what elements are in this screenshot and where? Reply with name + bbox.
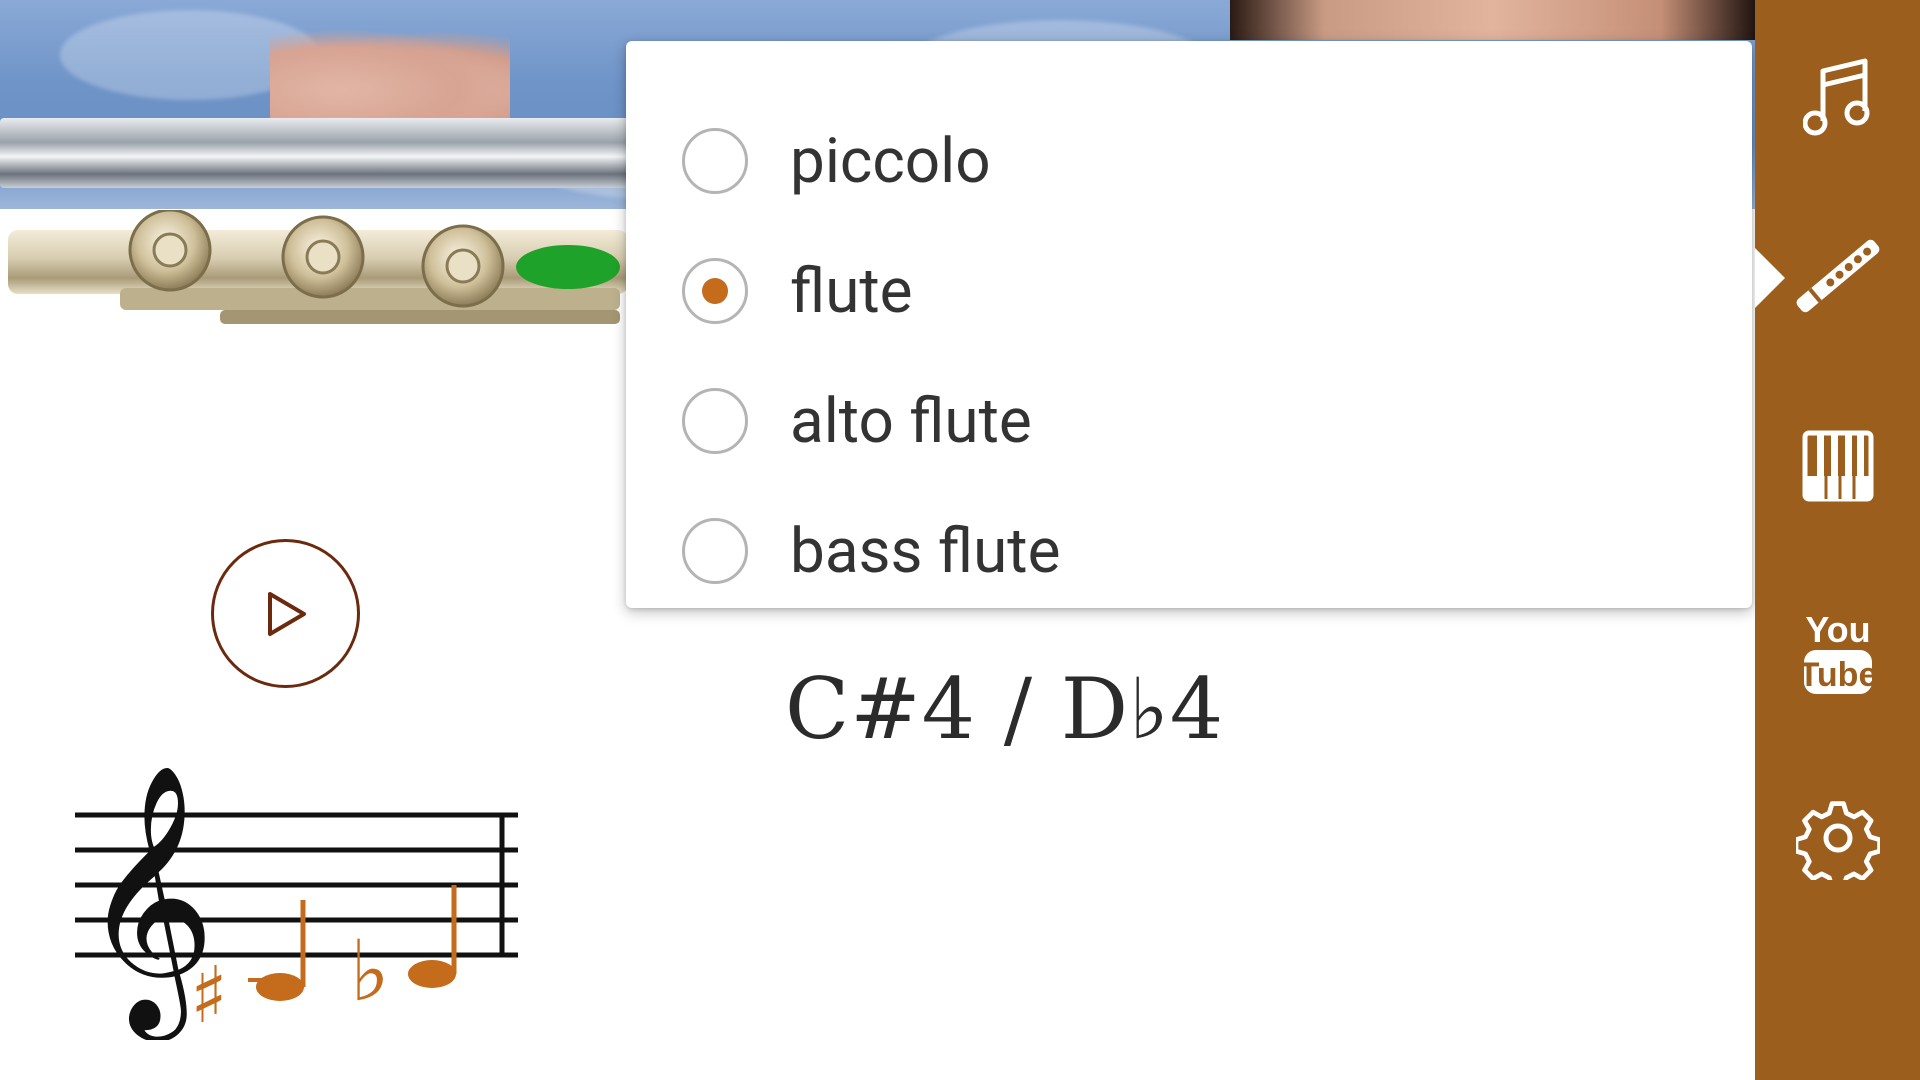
flute-fingering-diagram (8, 210, 628, 324)
play-icon (267, 591, 306, 636)
radio-button[interactable] (682, 518, 748, 584)
note-csharp (248, 900, 306, 1001)
instrument-option-alto-flute[interactable]: alto flute (626, 356, 1752, 486)
active-sidebar-caret (1755, 248, 1785, 308)
music-staff: 𝄞 ♯ ♭ (75, 763, 518, 1040)
flute-key-2 (281, 215, 365, 299)
flute-key-mechanism (220, 310, 620, 324)
sidebar-item-youtube[interactable]: You Tube (1755, 574, 1920, 734)
play-button[interactable] (211, 539, 360, 688)
open-key-indicator (516, 245, 620, 289)
instrument-menu: piccolo flute alto flute bass flute (626, 41, 1752, 608)
instrument-option-flute[interactable]: flute (626, 226, 1752, 356)
player-face (1230, 0, 1755, 40)
flute-icon (1796, 239, 1879, 313)
piano-keyboard-icon (1802, 430, 1873, 502)
instrument-option-label: bass flute (790, 514, 1061, 588)
note-dflat (408, 885, 457, 988)
sidebar-item-piano[interactable] (1755, 386, 1920, 546)
flute-key-3 (421, 224, 505, 308)
flute-key-1 (128, 210, 212, 292)
radio-button[interactable] (682, 388, 748, 454)
flat-accidental: ♭ (350, 922, 390, 1020)
instrument-option-label: flute (790, 254, 913, 328)
youtube-icon-label-top: You (1805, 609, 1870, 650)
radio-button-selected[interactable] (682, 258, 748, 324)
instrument-option-label: alto flute (790, 384, 1032, 458)
gear-icon (1795, 801, 1880, 880)
sharp-accidental: ♯ (190, 951, 228, 1040)
video-flute (0, 118, 680, 188)
instrument-option-bass-flute[interactable]: bass flute (626, 486, 1752, 616)
youtube-icon: You Tube (1800, 609, 1876, 694)
sidebar-item-settings[interactable] (1755, 758, 1920, 918)
sidebar: You Tube (1755, 0, 1920, 1080)
flute-key-rods (120, 288, 620, 310)
instrument-option-label: piccolo (790, 124, 991, 198)
instrument-option-piccolo[interactable]: piccolo (626, 96, 1752, 226)
music-note-icon (1802, 58, 1869, 136)
youtube-icon-label-bottom: Tube (1800, 656, 1876, 694)
note-name-label: C#4 / D♭4 (785, 660, 1225, 758)
sidebar-item-songs[interactable] (1755, 16, 1920, 176)
radio-button[interactable] (682, 128, 748, 194)
player-hands (270, 30, 510, 130)
